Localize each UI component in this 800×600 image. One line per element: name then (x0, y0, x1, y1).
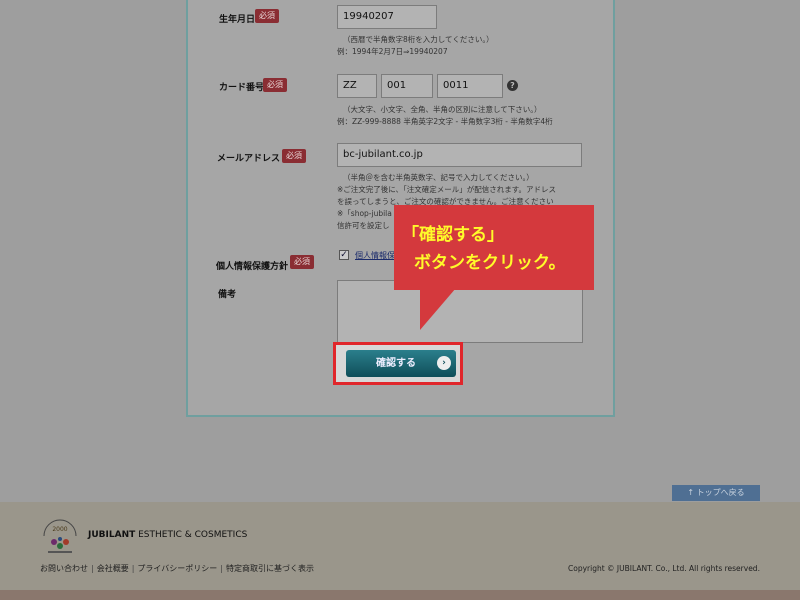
birthdate-example: 例：1994年2月7日⇒19940207 (337, 47, 448, 56)
card-number-part3-input[interactable]: 0011 (437, 74, 503, 98)
footer-link-legal[interactable]: 特定商取引に基づく表示 (226, 564, 314, 573)
birthdate-label: 生年月日 (219, 15, 256, 25)
link-separator: | (220, 564, 223, 573)
email-note-1: ※ご注文完了後に、「注文確定メール」が配信されます。アドレス (337, 185, 557, 194)
confirm-button-label: 確認する (376, 358, 416, 369)
footer-link-company[interactable]: 会社概要 (97, 564, 129, 573)
card-number-example: 例：ZZ-999-8888 半角英字2文字 - 半角数字3桁 - 半角数字4桁 (337, 117, 553, 126)
footer-bottom-bar (0, 590, 800, 600)
callout-line-2: ボタンをクリック。 (414, 253, 566, 273)
birthdate-hint: （西暦で半角数字8桁を入力してください。） (343, 35, 494, 44)
card-number-part2-input[interactable]: 001 (381, 74, 433, 98)
back-to-top-button[interactable]: ↑ トップへ戻る (672, 485, 760, 501)
brand-name: JUBILANT ESTHETIC & COSMETICS (88, 530, 247, 540)
birthdate-input[interactable]: 19940207 (337, 5, 437, 29)
copyright: Copyright © JUBILANT. Co., Ltd. All righ… (568, 564, 760, 573)
arrow-right-icon: › (437, 356, 451, 370)
required-badge: 必須 (255, 9, 279, 23)
confirm-button[interactable]: 確認する › (346, 350, 456, 377)
callout-pointer (420, 288, 456, 330)
email-hint: （半角＠を含む半角英数字、記号で入力してください。） (343, 173, 534, 182)
logo-text: 2000 (52, 526, 67, 533)
card-number-label: カード番号 (219, 83, 265, 93)
footer-link-privacy[interactable]: プライバシーポリシー (137, 564, 217, 573)
email-label: メールアドレス (217, 154, 281, 164)
footer-links: お問い合わせ | 会社概要 | プライバシーポリシー | 特定商取引に基づく表示 (40, 563, 314, 574)
card-number-part1-input[interactable]: ZZ (337, 74, 377, 98)
jubilant-logo-icon: 2000 (43, 519, 77, 553)
remarks-label: 備考 (218, 290, 237, 300)
footer (0, 502, 800, 590)
privacy-checkbox[interactable]: ✓ (339, 250, 349, 260)
email-input[interactable]: bc-jubilant.co.jp (337, 143, 582, 167)
card-number-hint: （大文字、小文字、全角、半角の区別に注意して下さい。） (343, 105, 542, 114)
link-separator: | (91, 564, 94, 573)
callout-line-1: 「確認する」 (402, 225, 504, 245)
required-badge: 必須 (290, 255, 314, 269)
brand-bold: JUBILANT (88, 530, 136, 540)
privacy-policy-link[interactable]: 個人情報保 (355, 250, 395, 261)
required-badge: 必須 (282, 149, 306, 163)
email-note-4: 信許可を設定し (337, 221, 390, 230)
footer-link-contact[interactable]: お問い合わせ (40, 564, 88, 573)
help-icon[interactable]: ? (507, 80, 518, 91)
link-separator: | (131, 564, 135, 573)
required-badge: 必須 (263, 78, 287, 92)
privacy-label: 個人情報保護方針 (216, 262, 289, 272)
brand-rest: ESTHETIC & COSMETICS (135, 530, 248, 540)
email-note-3: ※「shop-jubila (337, 209, 392, 218)
